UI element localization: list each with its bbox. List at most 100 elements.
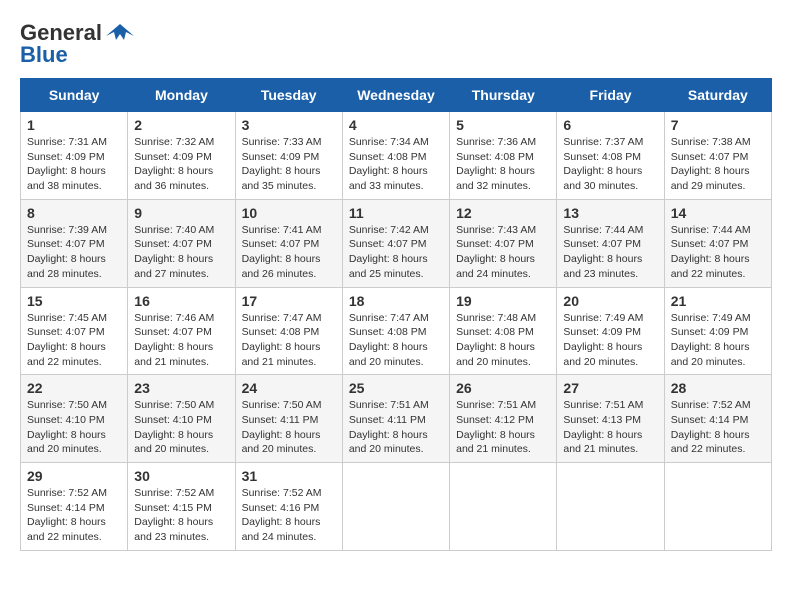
day-number: 22: [27, 380, 121, 396]
calendar-table: SundayMondayTuesdayWednesdayThursdayFrid…: [20, 78, 772, 551]
calendar-day-cell: 12 Sunrise: 7:43 AMSunset: 4:07 PMDayligh…: [450, 199, 557, 287]
calendar-day-header: Tuesday: [235, 79, 342, 112]
day-info: Sunrise: 7:34 AMSunset: 4:08 PMDaylight:…: [349, 135, 443, 194]
calendar-day-cell: 22 Sunrise: 7:50 AMSunset: 4:10 PMDayligh…: [21, 375, 128, 463]
calendar-day-cell: 16 Sunrise: 7:46 AMSunset: 4:07 PMDayligh…: [128, 287, 235, 375]
day-number: 23: [134, 380, 228, 396]
calendar-day-cell: 10 Sunrise: 7:41 AMSunset: 4:07 PMDayligh…: [235, 199, 342, 287]
day-info: Sunrise: 7:42 AMSunset: 4:07 PMDaylight:…: [349, 223, 443, 282]
calendar-day-header: Friday: [557, 79, 664, 112]
day-number: 17: [242, 293, 336, 309]
logo: General Blue: [20, 20, 134, 68]
calendar-day-cell: 1 Sunrise: 7:31 AMSunset: 4:09 PMDaylight…: [21, 112, 128, 200]
day-number: 1: [27, 117, 121, 133]
calendar-day-cell: 29Sunrise: 7:52 AMSunset: 4:14 PMDayligh…: [21, 463, 128, 551]
day-number: 26: [456, 380, 550, 396]
day-number: 29: [27, 468, 121, 484]
day-info: Sunrise: 7:45 AMSunset: 4:07 PMDaylight:…: [27, 311, 121, 370]
calendar-day-cell: 15 Sunrise: 7:45 AMSunset: 4:07 PMDayligh…: [21, 287, 128, 375]
calendar-day-cell: 20 Sunrise: 7:49 AMSunset: 4:09 PMDayligh…: [557, 287, 664, 375]
day-info: Sunrise: 7:38 AMSunset: 4:07 PMDaylight:…: [671, 135, 765, 194]
calendar-day-cell: 11 Sunrise: 7:42 AMSunset: 4:07 PMDayligh…: [342, 199, 449, 287]
day-number: 28: [671, 380, 765, 396]
day-number: 25: [349, 380, 443, 396]
calendar-day-header: Wednesday: [342, 79, 449, 112]
day-info: Sunrise: 7:43 AMSunset: 4:07 PMDaylight:…: [456, 223, 550, 282]
calendar-day-cell: 2 Sunrise: 7:32 AMSunset: 4:09 PMDaylight…: [128, 112, 235, 200]
calendar-week-row: 15 Sunrise: 7:45 AMSunset: 4:07 PMDayligh…: [21, 287, 772, 375]
day-info: Sunrise: 7:50 AMSunset: 4:11 PMDaylight:…: [242, 398, 336, 457]
day-info: Sunrise: 7:46 AMSunset: 4:07 PMDaylight:…: [134, 311, 228, 370]
day-info: Sunrise: 7:41 AMSunset: 4:07 PMDaylight:…: [242, 223, 336, 282]
day-info: Sunrise: 7:37 AMSunset: 4:08 PMDaylight:…: [563, 135, 657, 194]
day-number: 24: [242, 380, 336, 396]
day-number: 10: [242, 205, 336, 221]
calendar-day-cell: 8 Sunrise: 7:39 AMSunset: 4:07 PMDaylight…: [21, 199, 128, 287]
day-info: Sunrise: 7:50 AMSunset: 4:10 PMDaylight:…: [27, 398, 121, 457]
day-info: Sunrise: 7:39 AMSunset: 4:07 PMDaylight:…: [27, 223, 121, 282]
day-number: 19: [456, 293, 550, 309]
day-info: Sunrise: 7:49 AMSunset: 4:09 PMDaylight:…: [671, 311, 765, 370]
day-number: 18: [349, 293, 443, 309]
day-info: Sunrise: 7:51 AMSunset: 4:13 PMDaylight:…: [563, 398, 657, 457]
day-number: 8: [27, 205, 121, 221]
logo-blue-text: Blue: [20, 42, 68, 68]
day-number: 12: [456, 205, 550, 221]
day-number: 5: [456, 117, 550, 133]
calendar-day-cell: 31Sunrise: 7:52 AMSunset: 4:16 PMDayligh…: [235, 463, 342, 551]
calendar-day-cell: 19Sunrise: 7:48 AMSunset: 4:08 PMDayligh…: [450, 287, 557, 375]
day-number: 13: [563, 205, 657, 221]
day-info: Sunrise: 7:40 AMSunset: 4:07 PMDaylight:…: [134, 223, 228, 282]
day-number: 2: [134, 117, 228, 133]
calendar-day-header: Sunday: [21, 79, 128, 112]
day-number: 15: [27, 293, 121, 309]
calendar-day-cell: 28 Sunrise: 7:52 AMSunset: 4:14 PMDayligh…: [664, 375, 771, 463]
calendar-day-cell: [450, 463, 557, 551]
day-number: 6: [563, 117, 657, 133]
day-info: Sunrise: 7:51 AMSunset: 4:11 PMDaylight:…: [349, 398, 443, 457]
calendar-day-cell: 21 Sunrise: 7:49 AMSunset: 4:09 PMDayligh…: [664, 287, 771, 375]
calendar-day-cell: 13Sunrise: 7:44 AMSunset: 4:07 PMDayligh…: [557, 199, 664, 287]
day-info: Sunrise: 7:32 AMSunset: 4:09 PMDaylight:…: [134, 135, 228, 194]
calendar-day-cell: 27 Sunrise: 7:51 AMSunset: 4:13 PMDayligh…: [557, 375, 664, 463]
calendar-week-row: 29Sunrise: 7:52 AMSunset: 4:14 PMDayligh…: [21, 463, 772, 551]
calendar-day-cell: 5 Sunrise: 7:36 AMSunset: 4:08 PMDaylight…: [450, 112, 557, 200]
day-info: Sunrise: 7:47 AMSunset: 4:08 PMDaylight:…: [242, 311, 336, 370]
page-header: General Blue: [20, 20, 772, 68]
calendar-day-cell: 30Sunrise: 7:52 AMSunset: 4:15 PMDayligh…: [128, 463, 235, 551]
calendar-day-cell: 18Sunrise: 7:47 AMSunset: 4:08 PMDayligh…: [342, 287, 449, 375]
day-number: 16: [134, 293, 228, 309]
day-number: 3: [242, 117, 336, 133]
calendar-day-cell: 25 Sunrise: 7:51 AMSunset: 4:11 PMDayligh…: [342, 375, 449, 463]
calendar-header-row: SundayMondayTuesdayWednesdayThursdayFrid…: [21, 79, 772, 112]
day-info: Sunrise: 7:33 AMSunset: 4:09 PMDaylight:…: [242, 135, 336, 194]
calendar-week-row: 1 Sunrise: 7:31 AMSunset: 4:09 PMDaylight…: [21, 112, 772, 200]
logo-bird-icon: [106, 22, 134, 44]
calendar-day-cell: [557, 463, 664, 551]
day-number: 9: [134, 205, 228, 221]
day-info: Sunrise: 7:44 AMSunset: 4:07 PMDaylight:…: [671, 223, 765, 282]
calendar-day-cell: 3 Sunrise: 7:33 AMSunset: 4:09 PMDaylight…: [235, 112, 342, 200]
day-number: 4: [349, 117, 443, 133]
day-info: Sunrise: 7:36 AMSunset: 4:08 PMDaylight:…: [456, 135, 550, 194]
calendar-day-cell: 6 Sunrise: 7:37 AMSunset: 4:08 PMDaylight…: [557, 112, 664, 200]
calendar-day-cell: 26 Sunrise: 7:51 AMSunset: 4:12 PMDayligh…: [450, 375, 557, 463]
day-number: 7: [671, 117, 765, 133]
day-number: 14: [671, 205, 765, 221]
day-info: Sunrise: 7:51 AMSunset: 4:12 PMDaylight:…: [456, 398, 550, 457]
calendar-day-cell: 4 Sunrise: 7:34 AMSunset: 4:08 PMDaylight…: [342, 112, 449, 200]
calendar-day-cell: 7 Sunrise: 7:38 AMSunset: 4:07 PMDaylight…: [664, 112, 771, 200]
day-info: Sunrise: 7:52 AMSunset: 4:16 PMDaylight:…: [242, 486, 336, 545]
calendar-day-cell: 14 Sunrise: 7:44 AMSunset: 4:07 PMDayligh…: [664, 199, 771, 287]
day-number: 20: [563, 293, 657, 309]
day-info: Sunrise: 7:52 AMSunset: 4:15 PMDaylight:…: [134, 486, 228, 545]
day-number: 11: [349, 205, 443, 221]
day-number: 27: [563, 380, 657, 396]
day-info: Sunrise: 7:31 AMSunset: 4:09 PMDaylight:…: [27, 135, 121, 194]
day-number: 21: [671, 293, 765, 309]
calendar-day-header: Thursday: [450, 79, 557, 112]
day-info: Sunrise: 7:49 AMSunset: 4:09 PMDaylight:…: [563, 311, 657, 370]
calendar-day-cell: 23Sunrise: 7:50 AMSunset: 4:10 PMDayligh…: [128, 375, 235, 463]
calendar-day-cell: 17 Sunrise: 7:47 AMSunset: 4:08 PMDayligh…: [235, 287, 342, 375]
day-info: Sunrise: 7:52 AMSunset: 4:14 PMDaylight:…: [671, 398, 765, 457]
